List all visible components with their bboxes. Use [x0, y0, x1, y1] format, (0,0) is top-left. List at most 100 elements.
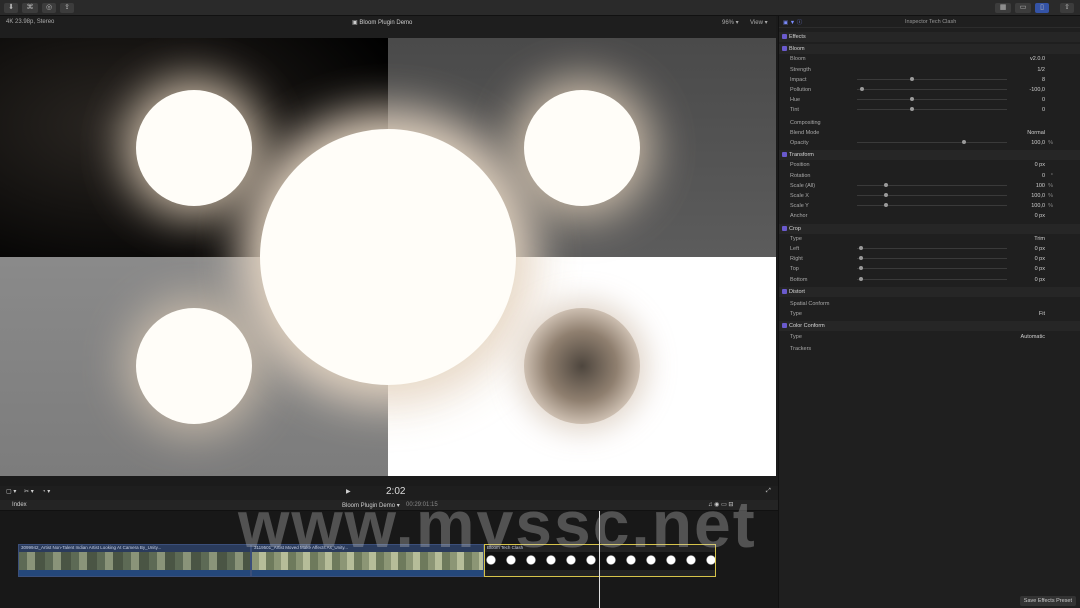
clip-1[interactable]: 3099942_Artist Non-Talent Indian Artist … [18, 544, 251, 577]
inspector-row-distort[interactable]: Distort [779, 286, 1080, 297]
inspector-row-trackers[interactable]: Trackers [779, 344, 1080, 354]
enable-checkbox[interactable] [782, 46, 787, 52]
row-value[interactable]: 100,0 [1031, 203, 1045, 209]
row-value[interactable]: 100,0 [1031, 193, 1045, 199]
row-value[interactable]: 0 px [1035, 162, 1045, 168]
fullscreen-icon[interactable]: ⤢ [766, 488, 771, 495]
row-slider[interactable] [857, 258, 1007, 260]
inspector-row-right[interactable]: Right 0 px [779, 254, 1080, 264]
slider-knob[interactable] [962, 140, 966, 144]
slider-knob[interactable] [884, 182, 888, 187]
inspector-row-bloom[interactable]: Bloom [779, 44, 1080, 55]
row-value[interactable]: 1/2 [1037, 67, 1045, 73]
row-value[interactable]: 0 px [1035, 277, 1045, 283]
slider-knob[interactable] [858, 256, 863, 261]
inspector-row-opacity[interactable]: Opacity 100,0% [779, 138, 1080, 148]
inspector-row-bloom[interactable]: Bloom v2.0.0 [779, 54, 1080, 64]
video-tab-icon[interactable]: ▣ ▼ ⓘ [783, 18, 802, 26]
row-value[interactable]: Automatic [1021, 334, 1045, 340]
row-value[interactable]: 100 [1036, 183, 1045, 189]
inspector-row-position[interactable]: Position 0 px [779, 160, 1080, 170]
speed-tool-icon[interactable]: ◔ ▾ [42, 488, 50, 495]
slider-knob[interactable] [884, 203, 888, 208]
enable-checkbox[interactable] [782, 288, 787, 294]
inspector-row-transform[interactable]: Transform [779, 150, 1080, 161]
row-value[interactable]: 0 px [1035, 256, 1045, 262]
slider-knob[interactable] [909, 97, 914, 102]
inspector-row-bottom[interactable]: Bottom 0 px [779, 275, 1080, 285]
inspector-row-crop[interactable]: Crop [779, 223, 1080, 234]
enable-checkbox[interactable] [782, 152, 787, 158]
keywords-button[interactable]: ⌘ [22, 3, 38, 13]
inspector-row-type[interactable]: Type Fit [779, 309, 1080, 319]
row-value[interactable]: v2.0.0 [1030, 56, 1045, 62]
row-value[interactable]: 0 [1042, 107, 1045, 113]
row-value[interactable]: Trim [1034, 236, 1045, 242]
slider-knob[interactable] [858, 246, 863, 250]
row-value[interactable]: Fit [1039, 311, 1045, 317]
layout-inspector-icon[interactable]: ▯ [1035, 3, 1049, 13]
inspector-row-pollution[interactable]: Pollution -100,0 [779, 85, 1080, 95]
inspector-row-strength[interactable]: Strength 1/2 [779, 65, 1080, 75]
inspector-row-top[interactable]: Top 0 px [779, 264, 1080, 274]
row-slider[interactable] [857, 205, 1007, 207]
save-preset-button[interactable]: Save Effects Preset [1019, 596, 1076, 606]
row-slider[interactable] [857, 278, 1007, 280]
trim-tool-icon[interactable]: ✂ ▾ [24, 488, 34, 495]
row-value[interactable]: 0 [1042, 97, 1045, 103]
row-slider[interactable] [857, 99, 1007, 101]
share-export-icon[interactable]: ⇧ [1060, 3, 1074, 13]
inspector-row-left[interactable]: Left 0 px [779, 244, 1080, 254]
row-value[interactable]: 0 px [1035, 266, 1045, 272]
sync-button[interactable]: ◎ [42, 3, 56, 13]
inspector-row-compositing[interactable]: Compositing [779, 118, 1080, 128]
select-tool-icon[interactable]: ▢ ▾ [6, 488, 16, 495]
zoom-dropdown[interactable]: 96% ▾ [722, 19, 739, 26]
row-slider[interactable] [857, 195, 1007, 196]
inspector-row-scale-y[interactable]: Scale Y 100,0% [779, 201, 1080, 211]
slider-knob[interactable] [909, 107, 914, 112]
row-value[interactable]: 0 px [1035, 246, 1045, 252]
inspector-row-anchor[interactable]: Anchor 0 px [779, 211, 1080, 221]
view-dropdown[interactable]: View ▾ [750, 19, 768, 26]
row-value[interactable]: 8 [1042, 77, 1045, 83]
row-slider[interactable] [857, 89, 1007, 90]
inspector-row-scale-x[interactable]: Scale X 100,0% [779, 191, 1080, 201]
import-button[interactable]: ⬇ [4, 3, 18, 13]
row-slider[interactable] [857, 184, 1007, 186]
index-button[interactable]: Index [12, 502, 27, 508]
inspector-row-impact[interactable]: Impact 8 [779, 75, 1080, 85]
inspector-row-tint[interactable]: Tint 0 [779, 105, 1080, 115]
inspector-row-rotation[interactable]: Rotation 0 ° [779, 171, 1080, 181]
share-button[interactable]: ⇪ [60, 3, 74, 13]
inspector-row-spatial-conform[interactable]: Spatial Conform [779, 299, 1080, 309]
slider-knob[interactable] [858, 266, 863, 271]
inspector-row-color-conform[interactable]: Color Conform [779, 321, 1080, 332]
slider-knob[interactable] [860, 87, 864, 91]
inspector-row-hue[interactable]: Hue 0 [779, 95, 1080, 105]
video-viewer[interactable] [0, 38, 776, 476]
inspector-row-blend-mode[interactable]: Blend Mode Normal [779, 128, 1080, 138]
inspector-row-type[interactable]: Type Automatic [779, 332, 1080, 342]
row-slider[interactable] [857, 78, 1007, 80]
slider-knob[interactable] [884, 193, 888, 197]
row-value[interactable]: 0 px [1035, 213, 1045, 219]
enable-checkbox[interactable] [782, 225, 787, 231]
enable-checkbox[interactable] [782, 323, 787, 329]
row-value[interactable]: 100,0 [1031, 140, 1045, 146]
slider-knob[interactable] [909, 76, 914, 81]
inspector-row-type[interactable]: Type Trim [779, 234, 1080, 244]
row-value[interactable]: -100,0 [1029, 87, 1045, 93]
row-slider[interactable] [857, 109, 1007, 111]
row-value[interactable]: Normal [1027, 130, 1045, 136]
inspector-row-effects[interactable]: Effects [779, 32, 1080, 42]
slider-knob[interactable] [858, 276, 863, 281]
row-value[interactable]: 0 [1042, 173, 1045, 179]
layout-timeline-icon[interactable]: ▭ [1015, 3, 1031, 13]
inspector-row-scale-all-[interactable]: Scale (All) 100% [779, 181, 1080, 191]
enable-checkbox[interactable] [782, 34, 787, 39]
layout-grid-icon[interactable]: ▦ [995, 3, 1011, 13]
row-slider[interactable] [857, 248, 1007, 249]
row-slider[interactable] [857, 142, 1007, 143]
row-slider[interactable] [857, 268, 1007, 270]
